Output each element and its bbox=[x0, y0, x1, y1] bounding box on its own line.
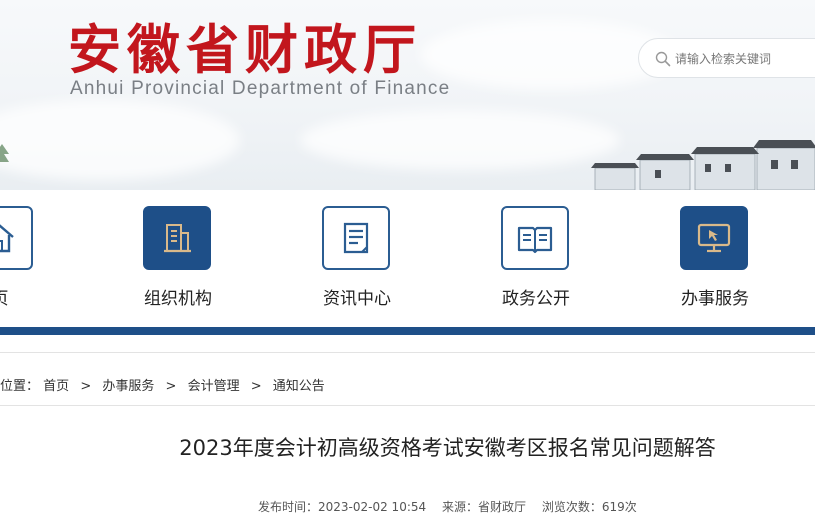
home-icon bbox=[0, 224, 14, 253]
nav-item-services[interactable]: 办事服务 bbox=[645, 206, 785, 316]
publish-time: 发布时间：2023-02-02 10:54 bbox=[258, 500, 427, 514]
nav-accent-bar bbox=[0, 327, 815, 335]
article-meta: 发布时间：2023-02-02 10:54 来源：省财政厅 浏览次数：619次 bbox=[258, 498, 649, 515]
breadcrumb-bar: 的位置： 首页 > 办事服务 > 会计管理 > 通知公告 bbox=[0, 352, 815, 406]
article-source: 来源：省财政厅 bbox=[441, 500, 526, 514]
nav-label-gov-affairs[interactable]: 政务公开 bbox=[466, 284, 606, 309]
open-book-icon bbox=[517, 226, 553, 254]
search-box[interactable] bbox=[638, 38, 815, 78]
nav-icon-box[interactable] bbox=[143, 206, 211, 270]
tree-decoration bbox=[0, 144, 9, 162]
nav-label-services[interactable]: 办事服务 bbox=[645, 284, 785, 309]
banner-cloud bbox=[300, 110, 620, 170]
site-title[interactable]: 安徽省财政厅 bbox=[68, 8, 422, 84]
nav-label-home[interactable]: 页 bbox=[0, 284, 70, 309]
header-banner: 安徽省财政厅 Anhui Provincial Department of Fi… bbox=[0, 0, 815, 190]
breadcrumb-separator: > bbox=[250, 379, 262, 394]
nav-item-organization[interactable]: 组织机构 bbox=[108, 206, 248, 316]
breadcrumb-separator: > bbox=[165, 379, 177, 394]
nav-label-news[interactable]: 资讯中心 bbox=[287, 284, 427, 309]
nav-icon-box[interactable] bbox=[680, 206, 748, 270]
nav-item-home[interactable]: 页 bbox=[0, 206, 70, 316]
breadcrumb-prefix: 的位置： bbox=[0, 379, 40, 394]
search-input[interactable] bbox=[675, 48, 815, 70]
breadcrumb-link-accounting[interactable]: 会计管理 bbox=[188, 379, 240, 394]
nav-label-organization[interactable]: 组织机构 bbox=[108, 284, 248, 309]
breadcrumb-separator: > bbox=[80, 379, 92, 394]
main-nav: 页 组织机构 资讯中心 bbox=[0, 190, 815, 325]
nav-icon-box[interactable] bbox=[322, 206, 390, 270]
banner-cloud bbox=[0, 100, 240, 180]
breadcrumb-link-notices[interactable]: 通知公告 bbox=[273, 379, 325, 394]
breadcrumb-link-home[interactable]: 首页 bbox=[43, 379, 69, 394]
breadcrumb: 的位置： 首页 > 办事服务 > 会计管理 > 通知公告 bbox=[0, 375, 325, 394]
huizhou-houses-illustration bbox=[591, 140, 815, 190]
breadcrumb-link-services[interactable]: 办事服务 bbox=[102, 379, 154, 394]
view-count: 浏览次数：619次 bbox=[541, 500, 637, 514]
search-icon[interactable] bbox=[655, 51, 671, 67]
nav-icon-box[interactable] bbox=[501, 206, 569, 270]
article-title: 2023年度会计初高级资格考试安徽考区报名常见问题解答 bbox=[179, 436, 716, 460]
nav-item-gov-affairs[interactable]: 政务公开 bbox=[466, 206, 606, 316]
building-icon bbox=[164, 224, 191, 253]
nav-item-news[interactable]: 资讯中心 bbox=[287, 206, 427, 316]
document-icon bbox=[343, 222, 369, 254]
monitor-pointer-icon bbox=[697, 223, 731, 253]
site-subtitle: Anhui Provincial Department of Finance bbox=[70, 78, 451, 99]
nav-icon-box[interactable] bbox=[0, 206, 33, 270]
